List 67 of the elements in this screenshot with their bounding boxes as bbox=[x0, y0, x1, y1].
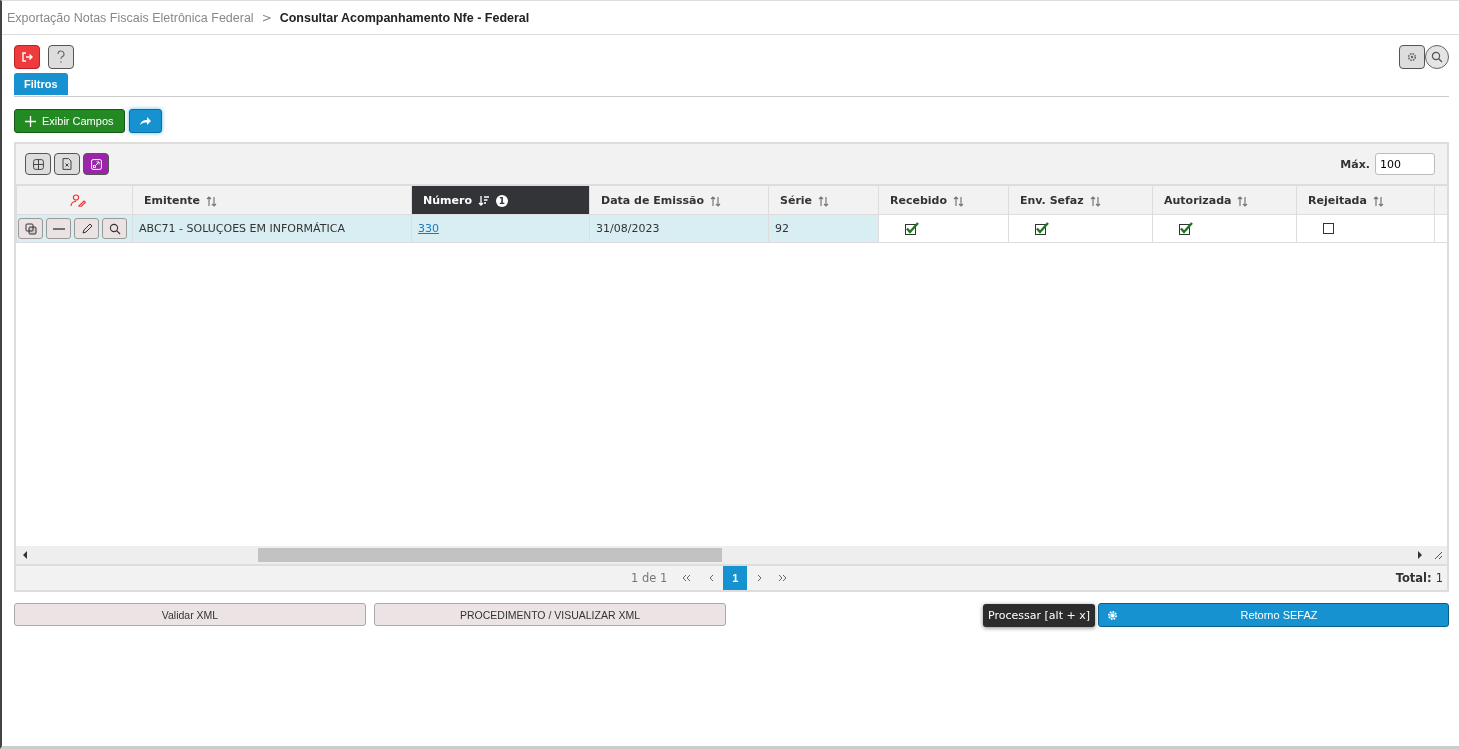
plus-icon bbox=[25, 115, 36, 127]
share-arrow-icon bbox=[139, 116, 152, 126]
pencil-icon bbox=[80, 222, 93, 235]
search-icon bbox=[108, 222, 121, 235]
sort-icon bbox=[1237, 194, 1249, 207]
tooltip: Processar [alt + x] bbox=[983, 603, 1095, 627]
remove-button[interactable] bbox=[46, 218, 71, 239]
search-icon bbox=[1431, 51, 1443, 63]
show-fields-button[interactable]: Exibir Campos bbox=[14, 109, 125, 133]
sort-icon bbox=[953, 194, 964, 207]
sort-icon bbox=[1089, 194, 1101, 207]
help-button[interactable] bbox=[48, 45, 74, 69]
table-cell: 31/08/2023 bbox=[596, 222, 660, 235]
copy-icon bbox=[24, 222, 37, 235]
page-title: Consultar Acompanhamento Nfe - Federal bbox=[279, 10, 530, 25]
scroll-left-icon bbox=[22, 551, 28, 559]
resize-handle-icon bbox=[1433, 550, 1443, 560]
question-mark-icon bbox=[56, 50, 66, 64]
total-label: Total: bbox=[1395, 571, 1432, 585]
exit-button[interactable] bbox=[14, 45, 40, 69]
sort-descending-icon bbox=[477, 195, 490, 206]
sort-icon bbox=[818, 194, 830, 207]
expand-icon bbox=[90, 158, 102, 170]
grid-layout-button[interactable] bbox=[25, 153, 51, 175]
column-header[interactable]: Data de Emissão bbox=[589, 185, 769, 215]
number-link[interactable]: 330 bbox=[418, 222, 439, 235]
scroll-right-icon bbox=[1417, 551, 1423, 559]
double-chevron-right-icon bbox=[778, 574, 789, 582]
grid-icon bbox=[32, 158, 44, 170]
export-excel-button[interactable] bbox=[54, 153, 80, 175]
user-edit-icon bbox=[69, 193, 86, 207]
settings-button[interactable] bbox=[1399, 45, 1425, 69]
column-header[interactable]: Autorizada bbox=[1152, 185, 1297, 215]
scrollbar-thumb[interactable] bbox=[258, 548, 722, 562]
table-cell: ABC71 - SOLUÇOES EM INFORMÁTICA bbox=[139, 222, 345, 235]
table-cell: 92 bbox=[775, 222, 789, 235]
column-header[interactable]: Rejeitada bbox=[1296, 185, 1435, 215]
page-summary: 1 de 1 bbox=[631, 571, 668, 585]
copy-button[interactable] bbox=[18, 218, 43, 239]
sort-icon bbox=[1372, 194, 1384, 207]
column-header[interactable]: Número 1 bbox=[411, 185, 590, 215]
column-header[interactable]: Emitente bbox=[132, 185, 412, 215]
view-button[interactable] bbox=[102, 218, 127, 239]
chevron-left-icon bbox=[708, 574, 714, 582]
total-value: 1 bbox=[1435, 571, 1443, 585]
spreadsheet-file-icon bbox=[62, 158, 72, 170]
max-label: Máx. bbox=[1340, 157, 1370, 171]
action-button[interactable]: Validar XML bbox=[14, 603, 366, 626]
action-button[interactable]: PROCEDIMENTO / VISUALIZAR XML bbox=[374, 603, 726, 626]
chevron-right-icon bbox=[756, 574, 762, 582]
expand-button[interactable] bbox=[83, 153, 109, 175]
search-button[interactable] bbox=[1425, 45, 1449, 69]
edit-button[interactable] bbox=[74, 218, 99, 239]
settings-icon bbox=[1406, 51, 1418, 63]
double-chevron-left-icon bbox=[682, 574, 693, 582]
exit-icon bbox=[21, 51, 33, 63]
column-header[interactable]: Recebido bbox=[878, 185, 1009, 215]
max-rows-field[interactable]: 100 bbox=[1375, 153, 1435, 175]
column-header[interactable]: Env. Sefaz bbox=[1008, 185, 1153, 215]
breadcrumb-separator: > bbox=[261, 10, 272, 25]
sort-icon bbox=[710, 194, 722, 207]
breadcrumb-link[interactable]: Exportação Notas Fiscais Eletrônica Federal bbox=[7, 10, 254, 25]
sort-icon bbox=[206, 194, 217, 207]
share-button[interactable] bbox=[128, 109, 162, 133]
sort-order-badge: 1 bbox=[495, 194, 508, 207]
column-header[interactable]: Série bbox=[768, 185, 879, 215]
gear-icon bbox=[1107, 609, 1118, 621]
